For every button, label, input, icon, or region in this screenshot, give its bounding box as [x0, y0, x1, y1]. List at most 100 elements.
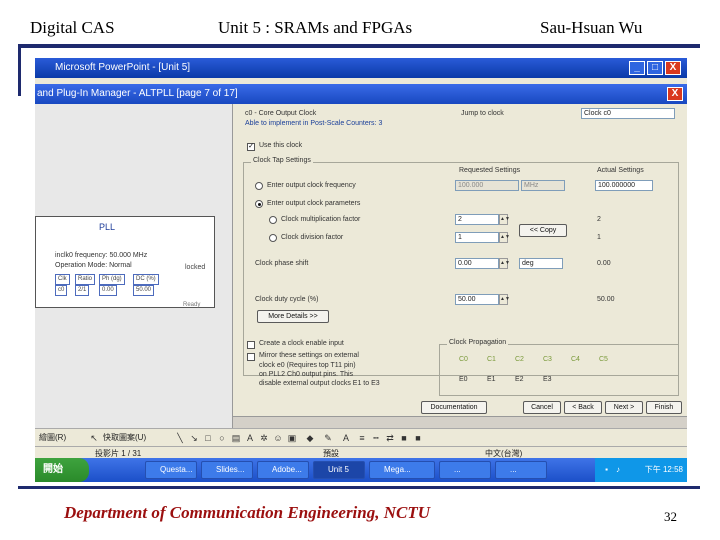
slide-header-course: Digital CAS: [30, 18, 115, 37]
prop-ext-clock: E2: [515, 376, 524, 383]
line-tool-icon[interactable]: ╲: [175, 433, 185, 443]
mirror-settings-label: Mirror these settings on external: [259, 352, 359, 359]
prop-ext-clock: E3: [543, 376, 552, 383]
frequency-unit-select[interactable]: MHz: [521, 180, 565, 191]
close-button[interactable]: X: [665, 61, 681, 75]
windows-taskbar: 開始 Questa... Slides... Adobe... Unit 5 M…: [35, 458, 687, 482]
system-tray: ▪ ♪ 下午 12:58: [595, 458, 687, 482]
next-button[interactable]: Next >: [605, 401, 643, 414]
maximize-button[interactable]: □: [647, 61, 663, 75]
enter-frequency-label: Enter output clock frequency: [267, 182, 356, 189]
phase-shift-field[interactable]: 0.00: [455, 258, 499, 269]
fill-color-icon[interactable]: ◆: [305, 433, 315, 443]
mirror-settings-checkbox[interactable]: [247, 353, 255, 361]
minimize-button[interactable]: _: [629, 61, 645, 75]
create-enable-label: Create a clock enable input: [259, 340, 344, 347]
pll-title: PLL: [99, 222, 116, 232]
duty-cycle-field[interactable]: 50.00: [455, 294, 499, 305]
page-number: 32: [664, 509, 677, 524]
actual-multiply: 2: [597, 216, 601, 223]
line-color-icon[interactable]: ✎: [323, 433, 333, 443]
prop-core-clock: C3: [543, 356, 552, 363]
clock-propagation-label: Clock Propagation: [447, 339, 509, 346]
select-pointer-icon[interactable]: ↖: [89, 433, 99, 443]
cancel-button[interactable]: Cancel: [523, 401, 561, 414]
taskbar-item[interactable]: Unit 5: [313, 461, 365, 479]
prop-core-clock: C1: [487, 356, 496, 363]
prop-ext-clock: E0: [459, 376, 468, 383]
more-details-button[interactable]: More Details >>: [257, 310, 329, 323]
pll-locked-label: locked: [185, 264, 206, 271]
divide-stepper[interactable]: ▲▼: [499, 232, 510, 243]
pll-table-cell: 50.00: [133, 285, 155, 296]
taskbar-item[interactable]: Mega...: [369, 461, 435, 479]
create-enable-checkbox[interactable]: [247, 341, 255, 349]
actual-frequency-field: 100.000000: [595, 180, 653, 191]
divide-radio[interactable]: [269, 234, 277, 242]
draw-menu[interactable]: 繪圖(R): [39, 432, 66, 444]
actual-divide: 1: [597, 234, 601, 241]
pll-table-header: Clk: [55, 274, 70, 285]
dash-style-icon[interactable]: ┅: [371, 433, 381, 443]
multiply-radio[interactable]: [269, 216, 277, 224]
slide-header-author: Sau-Hsuan Wu: [540, 18, 643, 37]
finish-button[interactable]: Finish: [646, 401, 682, 414]
clipart-tool-icon[interactable]: ☺: [273, 433, 283, 443]
pll-table-cell: 0.00: [99, 285, 117, 296]
use-clock-label: Use this clock: [259, 142, 303, 149]
diagram-tool-icon[interactable]: ✲: [259, 433, 269, 443]
arrow-style-icon[interactable]: ⇄: [385, 433, 395, 443]
3d-style-icon[interactable]: ■: [413, 433, 423, 443]
multiply-stepper[interactable]: ▲▼: [499, 214, 510, 225]
font-color-icon[interactable]: A: [341, 433, 351, 443]
start-button[interactable]: 開始: [35, 458, 89, 482]
network-icon[interactable]: ▪: [599, 465, 608, 474]
textbox-tool-icon[interactable]: ▤: [231, 433, 241, 443]
pll-ready-label: Ready: [183, 302, 201, 308]
oval-tool-icon[interactable]: ○: [217, 433, 227, 443]
pll-table-header: DC (%): [133, 274, 159, 285]
taskbar-item[interactable]: Questa...: [145, 461, 197, 479]
autoshapes-menu[interactable]: 快取圖案(U): [103, 432, 146, 444]
phase-unit-select[interactable]: deg: [519, 258, 563, 269]
arrow-tool-icon[interactable]: ↘: [189, 433, 199, 443]
line-style-icon[interactable]: ≡: [357, 433, 367, 443]
divide-label: Clock division factor: [281, 234, 344, 241]
plugin-close-button[interactable]: X: [667, 87, 683, 101]
back-button[interactable]: < Back: [564, 401, 602, 414]
documentation-button[interactable]: Documentation: [421, 401, 487, 414]
multiply-field[interactable]: 2: [455, 214, 499, 225]
shadow-style-icon[interactable]: ■: [399, 433, 409, 443]
powerpoint-window-buttons: _ □ X: [629, 61, 681, 75]
taskbar-item[interactable]: ...: [495, 461, 547, 479]
enter-frequency-radio[interactable]: [255, 182, 263, 190]
rectangle-tool-icon[interactable]: □: [203, 433, 213, 443]
clock-select[interactable]: Clock c0: [581, 108, 675, 119]
divide-field[interactable]: 1: [455, 232, 499, 243]
copy-button[interactable]: << Copy: [519, 224, 567, 237]
taskbar-item[interactable]: Slides...: [201, 461, 253, 479]
drawing-toolbar: 繪圖(R) ↖ 快取圖案(U) ╲ ↘ □ ○ ▤ A ✲ ☺ ▣ ◆ ✎ A …: [35, 428, 687, 446]
jump-to-clock-label: Jump to clock: [461, 110, 504, 117]
duty-cycle-stepper[interactable]: ▲▼: [499, 294, 510, 305]
clock-tap-settings-label: Clock Tap Settings: [251, 157, 313, 164]
prop-core-clock: C0: [459, 356, 468, 363]
clock-header: c0 - Core Output Clock: [245, 110, 317, 117]
picture-tool-icon[interactable]: ▣: [287, 433, 297, 443]
requested-frequency-field[interactable]: 100.000: [455, 180, 519, 191]
wordart-tool-icon[interactable]: A: [245, 433, 255, 443]
duty-cycle-label: Clock duty cycle (%): [255, 296, 319, 303]
pll-table-cell: 2/1: [75, 285, 90, 296]
volume-icon[interactable]: ♪: [611, 465, 620, 474]
pll-table-header: Ph (dg): [99, 274, 125, 285]
plugin-manager-titlebar: and Plug-In Manager - ALTPLL [page 7 of …: [35, 84, 687, 104]
pll-inclk-freq: inclk0 frequency: 50.000 MHz: [55, 252, 148, 259]
taskbar-item[interactable]: ...: [439, 461, 491, 479]
use-clock-checkbox[interactable]: ✓: [247, 143, 255, 151]
actual-settings-label: Actual Settings: [597, 167, 644, 174]
enter-parameters-radio[interactable]: [255, 200, 263, 208]
phase-shift-stepper[interactable]: ▲▼: [499, 258, 510, 269]
mirror-settings-line: on PLL2 Ch0 output pins. This: [259, 371, 354, 378]
taskbar-item[interactable]: Adobe...: [257, 461, 309, 479]
clock-settings-panel: c0 - Core Output Clock Able to implement…: [233, 104, 687, 416]
